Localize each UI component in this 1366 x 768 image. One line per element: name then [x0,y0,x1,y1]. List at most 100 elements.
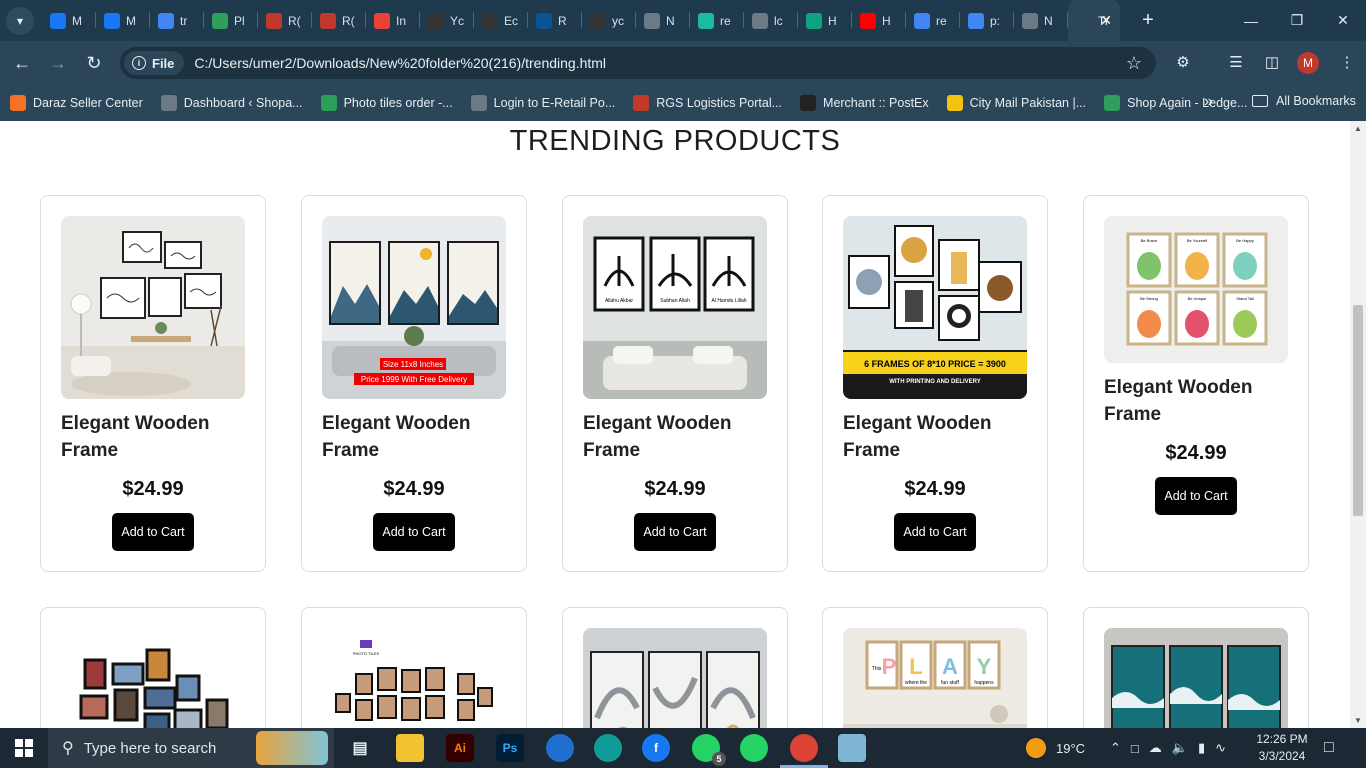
wifi-icon[interactable]: ∿ [1215,740,1226,756]
product-card [1083,607,1309,728]
media-controls-icon[interactable]: ☰ [1226,53,1246,73]
tab-active[interactable]: Tr ✕ [1068,0,1120,41]
url-text[interactable]: C:/Users/umer2/Downloads/New%20folder%20… [194,55,606,71]
bookmark-star-icon[interactable]: ☆ [1126,53,1142,74]
file-explorer-icon[interactable] [396,734,424,762]
tab[interactable]: H [852,0,906,41]
product-image[interactable]: This is P L A Y where the fun stuff happ… [843,628,1027,728]
back-button[interactable]: ← [4,53,40,74]
tab[interactable]: Yc [420,0,474,41]
tab[interactable]: In [366,0,420,41]
weather-widget[interactable]: 19°C [1026,728,1085,768]
product-image[interactable]: PHOTO TILES [322,628,506,728]
close-tab-icon[interactable]: ✕ [1100,12,1112,29]
image-caption-offer: 6 FRAMES OF 8*10 PRICE = 3900 [864,359,1006,369]
all-bookmarks-label: All Bookmarks [1276,94,1356,108]
bookmark-item[interactable]: Photo tiles order -... [320,95,453,111]
bookmark-item[interactable]: Dashboard ‹ Shopa... [160,95,303,111]
new-tab-button[interactable]: + [1136,9,1160,32]
edge-icon[interactable] [594,734,622,762]
whatsapp-icon[interactable] [740,734,768,762]
product-image[interactable]: Allahu Akbar Subhan Allah Al Hamdu Lilla… [583,216,767,399]
taskbar-search[interactable]: ⚲ Type here to search [48,728,334,768]
bookmark-item[interactable]: Daraz Seller Center [10,95,143,111]
tab[interactable]: M [96,0,150,41]
add-to-cart-button[interactable]: Add to Cart [894,513,976,551]
gmail-icon [374,12,390,29]
tab[interactable]: tr [150,0,204,41]
notifications-icon[interactable]: □ [1324,728,1334,768]
tab[interactable]: lc [744,0,798,41]
app-icon[interactable] [546,734,574,762]
chrome-icon[interactable] [790,734,818,762]
product-image[interactable] [1104,628,1288,728]
app-icon[interactable] [838,734,866,762]
tab[interactable]: R [528,0,582,41]
tab[interactable]: N [636,0,690,41]
whatsapp-business-icon[interactable]: 5 [692,734,726,766]
side-panel-icon[interactable]: ◫ [1262,53,1282,73]
onedrive-icon[interactable]: ☁ [1149,740,1162,756]
tab[interactable]: N [1014,0,1068,41]
more-menu-icon[interactable]: ⋮ [1337,53,1357,73]
extensions-icon[interactable]: ⚙ [1173,53,1193,73]
tab[interactable]: R( [258,0,312,41]
page-scrollbar[interactable]: ▲ ▼ [1350,121,1366,728]
tab-label: Yc [450,13,464,28]
tab[interactable]: Pl [204,0,258,41]
tab-search-button[interactable]: ▾ [6,6,34,35]
restore-button[interactable]: ❐ [1274,0,1320,41]
tab[interactable]: re [906,0,960,41]
tab[interactable]: yc [582,0,636,41]
product-image[interactable] [583,628,767,728]
google-icon [968,12,984,29]
tab[interactable]: re [690,0,744,41]
all-bookmarks-button[interactable]: All Bookmarks [1252,94,1356,108]
add-to-cart-button[interactable]: Add to Cart [112,513,194,551]
meet-now-icon[interactable]: □ [1131,741,1139,756]
product-card: This is P L A Y where the fun stuff happ… [822,607,1048,728]
more-bookmarks-icon[interactable]: » [1204,93,1213,111]
reload-button[interactable]: ↻ [76,53,112,74]
product-image[interactable]: Be Brave Be Yourself Be Happy Be Strong … [1104,216,1288,363]
image-letter-y: Y [977,654,992,679]
product-image[interactable]: Size 11x8 Inches Price 1999 With Free De… [322,216,506,399]
battery-icon[interactable]: ▮ [1198,740,1205,756]
add-to-cart-button[interactable]: Add to Cart [373,513,455,551]
add-to-cart-button[interactable]: Add to Cart [1155,477,1237,515]
tab[interactable]: p: [960,0,1014,41]
forward-button[interactable]: → [40,53,76,74]
add-to-cart-button[interactable]: Add to Cart [634,513,716,551]
profile-avatar[interactable]: M [1297,52,1319,74]
bookmark-item[interactable]: RGS Logistics Portal... [633,95,782,111]
illustrator-icon[interactable]: Ai [446,734,474,762]
image-caption-delivery: WITH PRINTING AND DELIVERY [889,379,981,385]
scroll-up-icon[interactable]: ▲ [1354,124,1362,133]
bookmark-item[interactable]: Shop Again - Ledge... [1104,95,1247,111]
tab[interactable]: H [798,0,852,41]
tab[interactable]: M [42,0,96,41]
speaker-icon[interactable]: 🔈 [1172,740,1188,756]
chevron-down-icon: ▾ [16,13,24,28]
product-image[interactable]: 6 FRAMES OF 8*10 PRICE = 3900 WITH PRINT… [843,216,1027,399]
close-window-button[interactable]: ✕ [1320,0,1366,41]
start-button[interactable] [0,728,48,768]
bookmark-item[interactable]: Login to E-Retail Po... [470,95,615,111]
scroll-thumb[interactable] [1353,305,1363,516]
tab[interactable]: Ec [474,0,528,41]
bookmark-item[interactable]: City Mail Pakistan |... [946,95,1086,111]
site-info-chip[interactable]: i File [124,51,185,75]
scroll-down-icon[interactable]: ▼ [1354,716,1362,725]
task-view-icon[interactable]: ▤ [346,734,374,762]
facebook-icon[interactable]: f [642,734,670,762]
clock[interactable]: 12:26 PM 3/3/2024 [1254,731,1310,765]
product-image[interactable] [61,216,245,399]
minimize-button[interactable]: — [1228,0,1274,41]
bookmark-item[interactable]: Merchant :: PostEx [800,95,929,111]
chevron-up-icon[interactable]: ⌃ [1110,740,1121,756]
image-letter-a: A [942,654,958,679]
tab[interactable]: R( [312,0,366,41]
product-image[interactable] [61,628,245,728]
photoshop-icon[interactable]: Ps [496,734,524,762]
address-bar[interactable]: i File C:/Users/umer2/Downloads/New%20fo… [120,47,1156,79]
